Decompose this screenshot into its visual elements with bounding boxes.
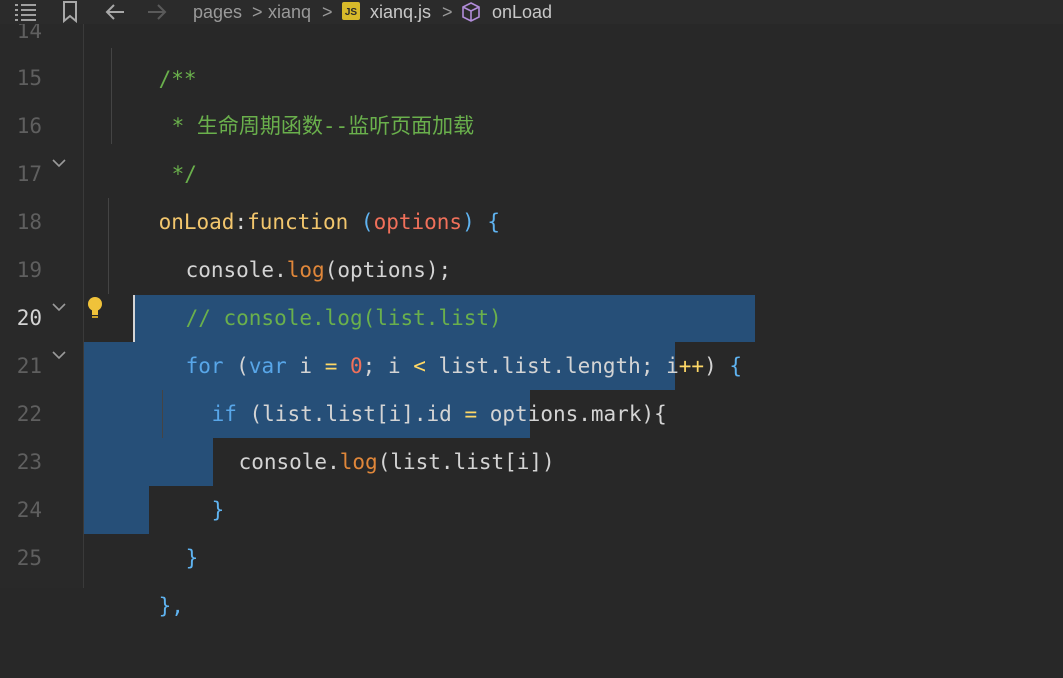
line-number: 17 bbox=[16, 162, 42, 186]
breadcrumb-pages[interactable]: pages bbox=[193, 0, 242, 24]
code-line-23: } bbox=[161, 438, 225, 522]
code-text: (list.list[i]) bbox=[377, 450, 555, 474]
comment: * 生命周期函数--监听页面加载 bbox=[171, 114, 475, 138]
forward-arrow-icon[interactable] bbox=[146, 2, 168, 22]
breadcrumb-symbol[interactable]: onLoad bbox=[492, 0, 552, 24]
code-line-20: for (var i = 0; i < list.list.length; i+… bbox=[135, 294, 742, 378]
code-text: ) bbox=[704, 354, 730, 378]
code-line-24: } bbox=[135, 486, 199, 570]
breadcrumb-bar: pages > xianq > JS xianq.js > onLoad bbox=[0, 0, 1063, 24]
code-line-25: }, bbox=[108, 534, 184, 618]
code-line-19: // console.log(list.list) bbox=[135, 246, 502, 330]
brace: { bbox=[729, 354, 743, 378]
brace: }, bbox=[158, 594, 184, 618]
code-line-21: if (list.list[i].id = options.mark){ bbox=[161, 342, 667, 426]
line-number: 16 bbox=[16, 114, 42, 138]
line-number-active: 20 bbox=[16, 306, 42, 330]
code-line-15: * 生命周期函数--监听页面加载 bbox=[121, 54, 475, 138]
breadcrumb-separator: > bbox=[322, 2, 333, 22]
line-number: 18 bbox=[16, 210, 42, 234]
line-number-gutter: 14 15 16 17 18 19 20 21 22 23 24 25 bbox=[0, 0, 84, 588]
line-number: 24 bbox=[16, 498, 42, 522]
dot: . bbox=[327, 450, 340, 474]
breadcrumb-xianq-folder[interactable]: xianq bbox=[268, 0, 311, 24]
code-line-17: onLoad:function (options) { bbox=[108, 150, 500, 234]
lightbulb-icon[interactable] bbox=[84, 295, 106, 319]
back-arrow-icon[interactable] bbox=[104, 2, 126, 22]
operator: ++ bbox=[678, 354, 705, 378]
brace: { bbox=[487, 210, 501, 234]
fold-chevron-down-icon[interactable] bbox=[52, 156, 66, 170]
breadcrumb-separator: > bbox=[442, 2, 453, 22]
line-number: 22 bbox=[16, 402, 42, 426]
breadcrumb-separator: > bbox=[252, 2, 263, 22]
paren: ) bbox=[462, 210, 475, 234]
outline-list-icon[interactable] bbox=[15, 3, 37, 21]
code-line-18: console.log(options); bbox=[135, 198, 452, 282]
method-name: log bbox=[339, 450, 378, 474]
code-line-22: console.log(list.list[i]) bbox=[188, 390, 555, 474]
js-file-icon: JS bbox=[342, 2, 360, 20]
code-line-16: */ bbox=[121, 102, 197, 186]
bookmark-icon[interactable] bbox=[62, 1, 78, 24]
line-number: 21 bbox=[16, 354, 42, 378]
line-number: 15 bbox=[16, 66, 42, 90]
identifier: console bbox=[238, 450, 328, 474]
brace: } bbox=[211, 498, 225, 522]
cube-symbol-icon bbox=[461, 1, 481, 23]
line-number: 19 bbox=[16, 258, 42, 282]
code-editor[interactable]: /** * 生命周期函数--监听页面加载 */ onLoad:function … bbox=[84, 0, 1063, 618]
brace: } bbox=[185, 546, 199, 570]
fold-chevron-down-icon[interactable] bbox=[52, 348, 66, 362]
fold-chevron-down-icon[interactable] bbox=[52, 300, 66, 314]
line-number: 23 bbox=[16, 450, 42, 474]
line-number: 25 bbox=[16, 546, 42, 570]
breadcrumb-file[interactable]: xianq.js bbox=[370, 0, 431, 24]
